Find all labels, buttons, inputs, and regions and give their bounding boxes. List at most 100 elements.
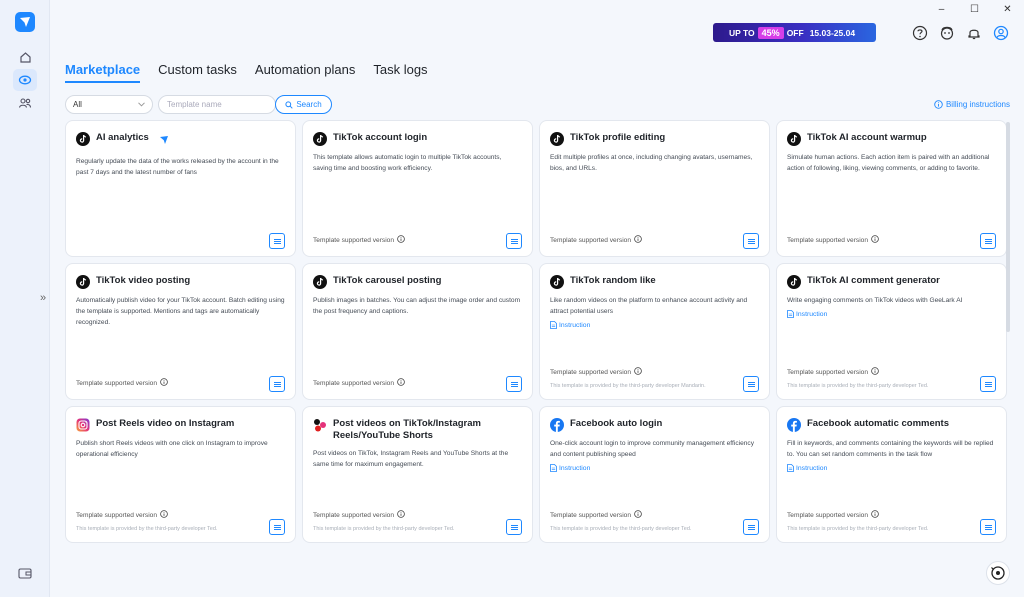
template-grid: AI analytics Regularly update the data of…	[65, 120, 1007, 543]
template-details-button[interactable]	[506, 376, 522, 392]
tiktok-icon	[550, 275, 564, 289]
instruction-link[interactable]: Instruction	[787, 464, 996, 472]
category-select-value: All	[73, 100, 82, 109]
promo-percent: 45%	[757, 26, 784, 39]
document-icon	[787, 310, 794, 318]
card-header: AI analytics	[76, 132, 285, 150]
card-title: TikTok AI comment generator	[807, 275, 940, 286]
instruction-label: Instruction	[796, 464, 828, 472]
card-title: TikTok profile editing	[570, 132, 666, 143]
info-icon[interactable]	[397, 378, 405, 388]
tab-marketplace[interactable]: Marketplace	[65, 62, 141, 83]
template-card[interactable]: TikTok video posting Automatically publis…	[65, 263, 296, 400]
list-icon	[510, 238, 518, 240]
card-description: One-click account login to improve commu…	[550, 440, 755, 458]
card-title: AI analytics	[96, 132, 149, 143]
card-title: Facebook automatic comments	[807, 418, 950, 429]
info-icon[interactable]	[160, 510, 168, 520]
support-icon[interactable]	[939, 25, 955, 41]
provider-note: This template is provided by the third-p…	[787, 383, 929, 389]
template-card[interactable]: TikTok carousel posting Publish images in…	[302, 263, 533, 400]
home-icon[interactable]	[13, 46, 37, 68]
info-icon[interactable]	[397, 510, 405, 520]
help-icon[interactable]	[912, 25, 928, 41]
provider-note: This template is provided by the third-p…	[76, 526, 218, 532]
card-header: TikTok profile editing	[550, 132, 759, 146]
template-details-button[interactable]	[980, 233, 996, 249]
supported-version-label: Template supported version	[550, 368, 632, 376]
supported-version-label: Template supported version	[76, 379, 158, 387]
category-select[interactable]: All	[65, 95, 153, 114]
template-card[interactable]: Facebook automatic comments Fill in keywo…	[776, 406, 1007, 543]
card-description: Edit multiple profiles at once, includin…	[550, 154, 753, 172]
supported-version-label: Template supported version	[550, 236, 632, 244]
info-icon[interactable]	[634, 235, 642, 245]
list-icon	[510, 524, 518, 526]
supported-version: Template supported version	[550, 510, 642, 520]
provider-note: This template is provided by the third-p…	[313, 526, 455, 532]
template-card[interactable]: TikTok random like Like random videos on …	[539, 263, 770, 400]
main-tabs: Marketplace Custom tasks Automation plan…	[65, 62, 428, 83]
template-details-button[interactable]	[980, 519, 996, 535]
template-card[interactable]: TikTok profile editing Edit multiple prof…	[539, 120, 770, 257]
supported-version-label: Template supported version	[313, 379, 395, 387]
tab-automation-plans[interactable]: Automation plans	[255, 62, 355, 83]
minimize-button[interactable]: –	[925, 0, 958, 18]
document-icon	[550, 464, 557, 472]
template-card[interactable]: Post videos on TikTok/Instagram Reels/Yo…	[302, 406, 533, 543]
template-details-button[interactable]	[743, 233, 759, 249]
assistant-icon[interactable]	[986, 561, 1010, 585]
template-card[interactable]: Facebook auto login One-click account log…	[539, 406, 770, 543]
tiktok-icon	[787, 275, 801, 289]
billing-instructions-link[interactable]: Billing instructions	[934, 100, 1010, 109]
expand-sidebar-icon[interactable]: »	[40, 292, 46, 304]
promo-prefix: UP TO	[729, 27, 755, 38]
list-icon	[273, 238, 281, 240]
card-title: TikTok AI account warmup	[807, 132, 927, 143]
template-details-button[interactable]	[269, 233, 285, 249]
info-icon[interactable]	[871, 367, 879, 377]
search-button[interactable]: Search	[275, 95, 332, 114]
supported-version: Template supported version	[76, 510, 168, 520]
instruction-link[interactable]: Instruction	[787, 310, 996, 318]
template-details-button[interactable]	[743, 376, 759, 392]
template-details-button[interactable]	[743, 519, 759, 535]
users-icon[interactable]	[13, 92, 37, 114]
info-icon[interactable]	[871, 235, 879, 245]
tiktok-icon	[550, 132, 564, 146]
template-details-button[interactable]	[269, 519, 285, 535]
template-card[interactable]: TikTok AI account warmup Simulate human a…	[776, 120, 1007, 257]
wallet-icon[interactable]	[18, 566, 32, 579]
template-details-button[interactable]	[506, 519, 522, 535]
promo-banner[interactable]: UP TO 45% OFF 15.03-25.04	[713, 23, 876, 42]
bell-icon[interactable]	[966, 25, 982, 41]
template-details-button[interactable]	[269, 376, 285, 392]
maximize-button[interactable]: ☐	[958, 0, 991, 18]
list-icon	[747, 381, 755, 383]
instruction-link[interactable]: Instruction	[550, 464, 759, 472]
instruction-label: Instruction	[559, 321, 591, 329]
scrollbar[interactable]	[1006, 122, 1010, 332]
info-icon[interactable]	[634, 367, 642, 377]
account-icon[interactable]	[993, 25, 1009, 41]
template-details-button[interactable]	[506, 233, 522, 249]
tab-custom-tasks[interactable]: Custom tasks	[158, 62, 237, 83]
info-icon[interactable]	[634, 510, 642, 520]
info-icon[interactable]	[397, 235, 405, 245]
supported-version-label: Template supported version	[550, 511, 632, 519]
ai-spark-icon	[159, 132, 169, 150]
template-card[interactable]: AI analytics Regularly update the data of…	[65, 120, 296, 257]
close-button[interactable]: ✕	[991, 0, 1024, 18]
info-icon[interactable]	[160, 378, 168, 388]
supported-version-label: Template supported version	[787, 236, 869, 244]
instruction-link[interactable]: Instruction	[550, 321, 759, 329]
template-card[interactable]: TikTok account login This template allows…	[302, 120, 533, 257]
template-card[interactable]: TikTok AI comment generator Write engagin…	[776, 263, 1007, 400]
info-icon[interactable]	[871, 510, 879, 520]
template-card[interactable]: Post Reels video on Instagram Publish sho…	[65, 406, 296, 543]
app-logo-icon	[15, 12, 35, 32]
tab-task-logs[interactable]: Task logs	[373, 62, 427, 83]
template-details-button[interactable]	[980, 376, 996, 392]
marketplace-eye-icon[interactable]	[13, 69, 37, 91]
template-search-input[interactable]	[158, 95, 276, 114]
